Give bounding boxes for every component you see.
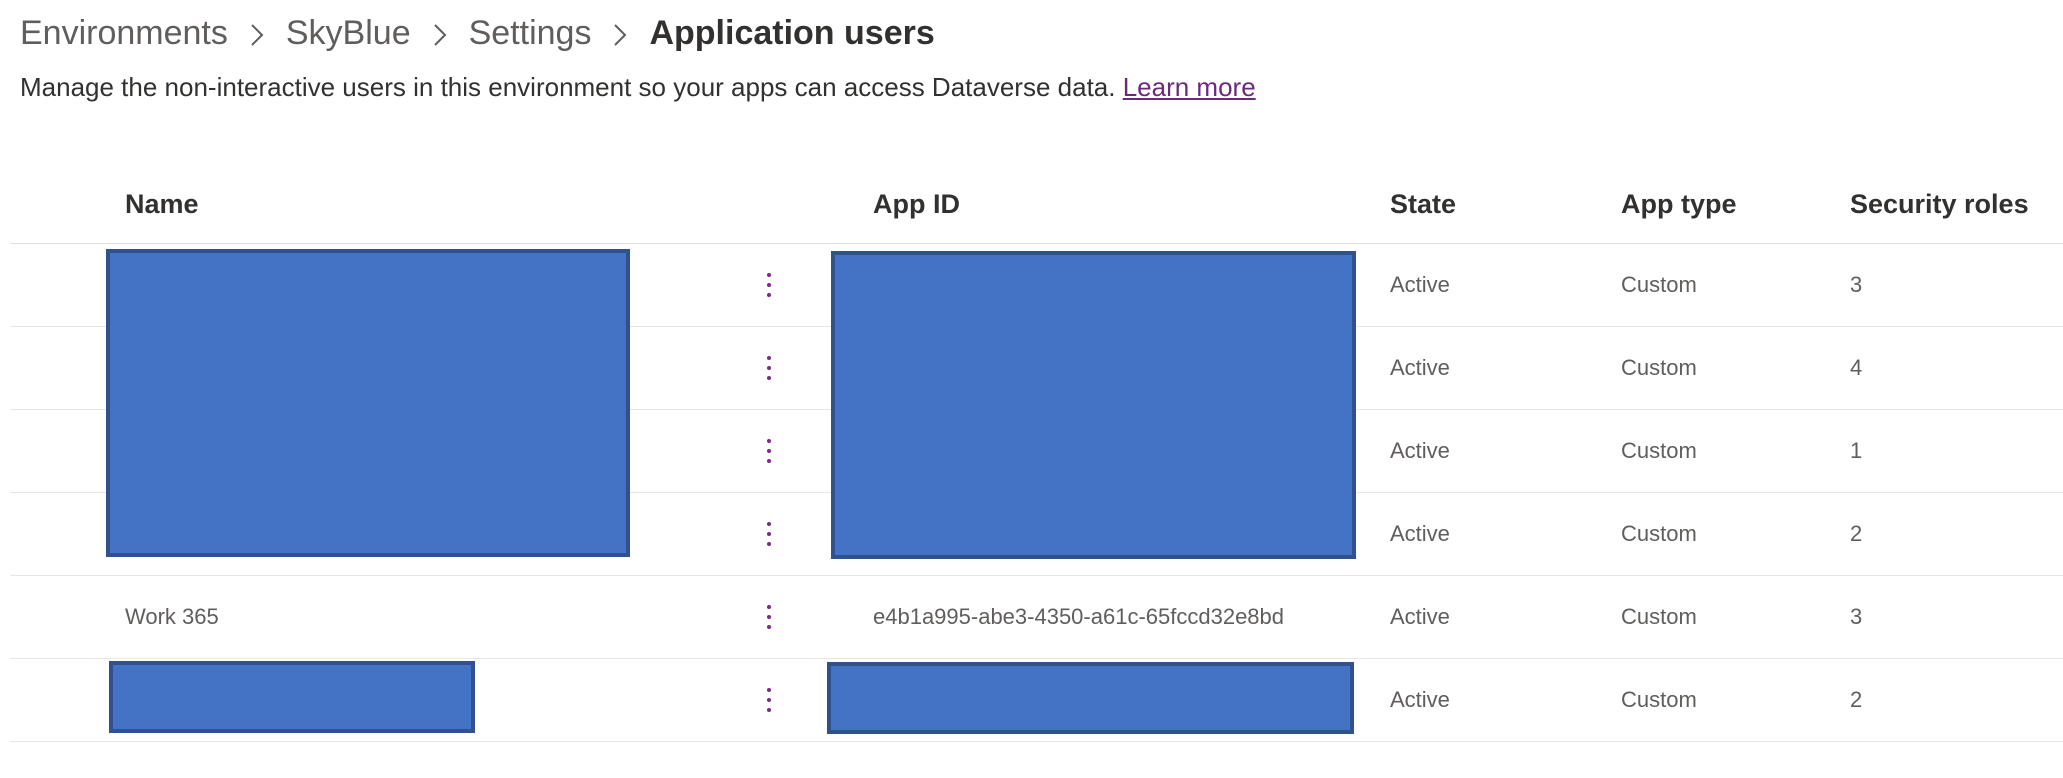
breadcrumb-settings[interactable]: Settings (469, 14, 592, 53)
cell-app-type: Custom (1621, 604, 1697, 629)
more-vertical-icon[interactable] (754, 244, 784, 326)
more-vertical-icon[interactable] (754, 410, 784, 492)
cell-state: Active (1390, 272, 1450, 297)
column-header-app-type[interactable]: App type (1621, 165, 1737, 243)
chevron-right-icon (591, 14, 649, 53)
cell-state: Active (1390, 687, 1450, 712)
table-header: Name App ID State App type Security role… (10, 165, 2063, 244)
cell-app-type: Custom (1621, 438, 1697, 463)
chevron-right-icon (411, 14, 469, 53)
cell-app-id: e4b1a995-abe3-4350-a61c-65fccd32e8bd (873, 604, 1285, 629)
breadcrumb: Environments SkyBlue Settings Applicatio… (20, 14, 935, 53)
cell-security-roles: 3 (1850, 604, 1863, 629)
column-header-security-roles[interactable]: Security roles (1850, 165, 2029, 243)
more-vertical-icon[interactable] (754, 576, 784, 658)
cell-app-type: Custom (1621, 355, 1697, 380)
cell-state: Active (1390, 521, 1450, 546)
table-row[interactable]: Work 365 e4b1a995-abe3-4350-a61c-65fccd3… (10, 576, 2063, 659)
cell-security-roles: 1 (1850, 438, 1863, 463)
redaction-block-name (109, 661, 475, 733)
cell-app-type: Custom (1621, 687, 1697, 712)
cell-security-roles: 4 (1850, 355, 1863, 380)
chevron-right-icon (228, 14, 286, 53)
learn-more-link[interactable]: Learn more (1123, 72, 1256, 102)
page-title: Application users (649, 14, 935, 52)
cell-app-type: Custom (1621, 521, 1697, 546)
redaction-block-app-ids (831, 251, 1356, 559)
cell-name[interactable]: Work 365 (125, 576, 219, 658)
column-header-state[interactable]: State (1390, 165, 1456, 243)
redaction-block-app-id (827, 662, 1354, 734)
page-description: Manage the non-interactive users in this… (20, 72, 1256, 103)
breadcrumb-skyblue[interactable]: SkyBlue (286, 14, 411, 53)
cell-security-roles: 2 (1850, 687, 1863, 712)
cell-security-roles: 2 (1850, 521, 1863, 546)
more-vertical-icon[interactable] (754, 493, 784, 575)
cell-security-roles: 3 (1850, 272, 1863, 297)
cell-app-type: Custom (1621, 272, 1697, 297)
column-header-name[interactable]: Name (125, 165, 199, 243)
cell-state: Active (1390, 355, 1450, 380)
more-vertical-icon[interactable] (754, 659, 784, 741)
cell-state: Active (1390, 438, 1450, 463)
cell-state: Active (1390, 604, 1450, 629)
more-vertical-icon[interactable] (754, 327, 784, 409)
redaction-block-names (106, 249, 630, 557)
breadcrumb-environments[interactable]: Environments (20, 14, 228, 53)
description-text: Manage the non-interactive users in this… (20, 72, 1123, 102)
column-header-app-id[interactable]: App ID (873, 165, 960, 243)
